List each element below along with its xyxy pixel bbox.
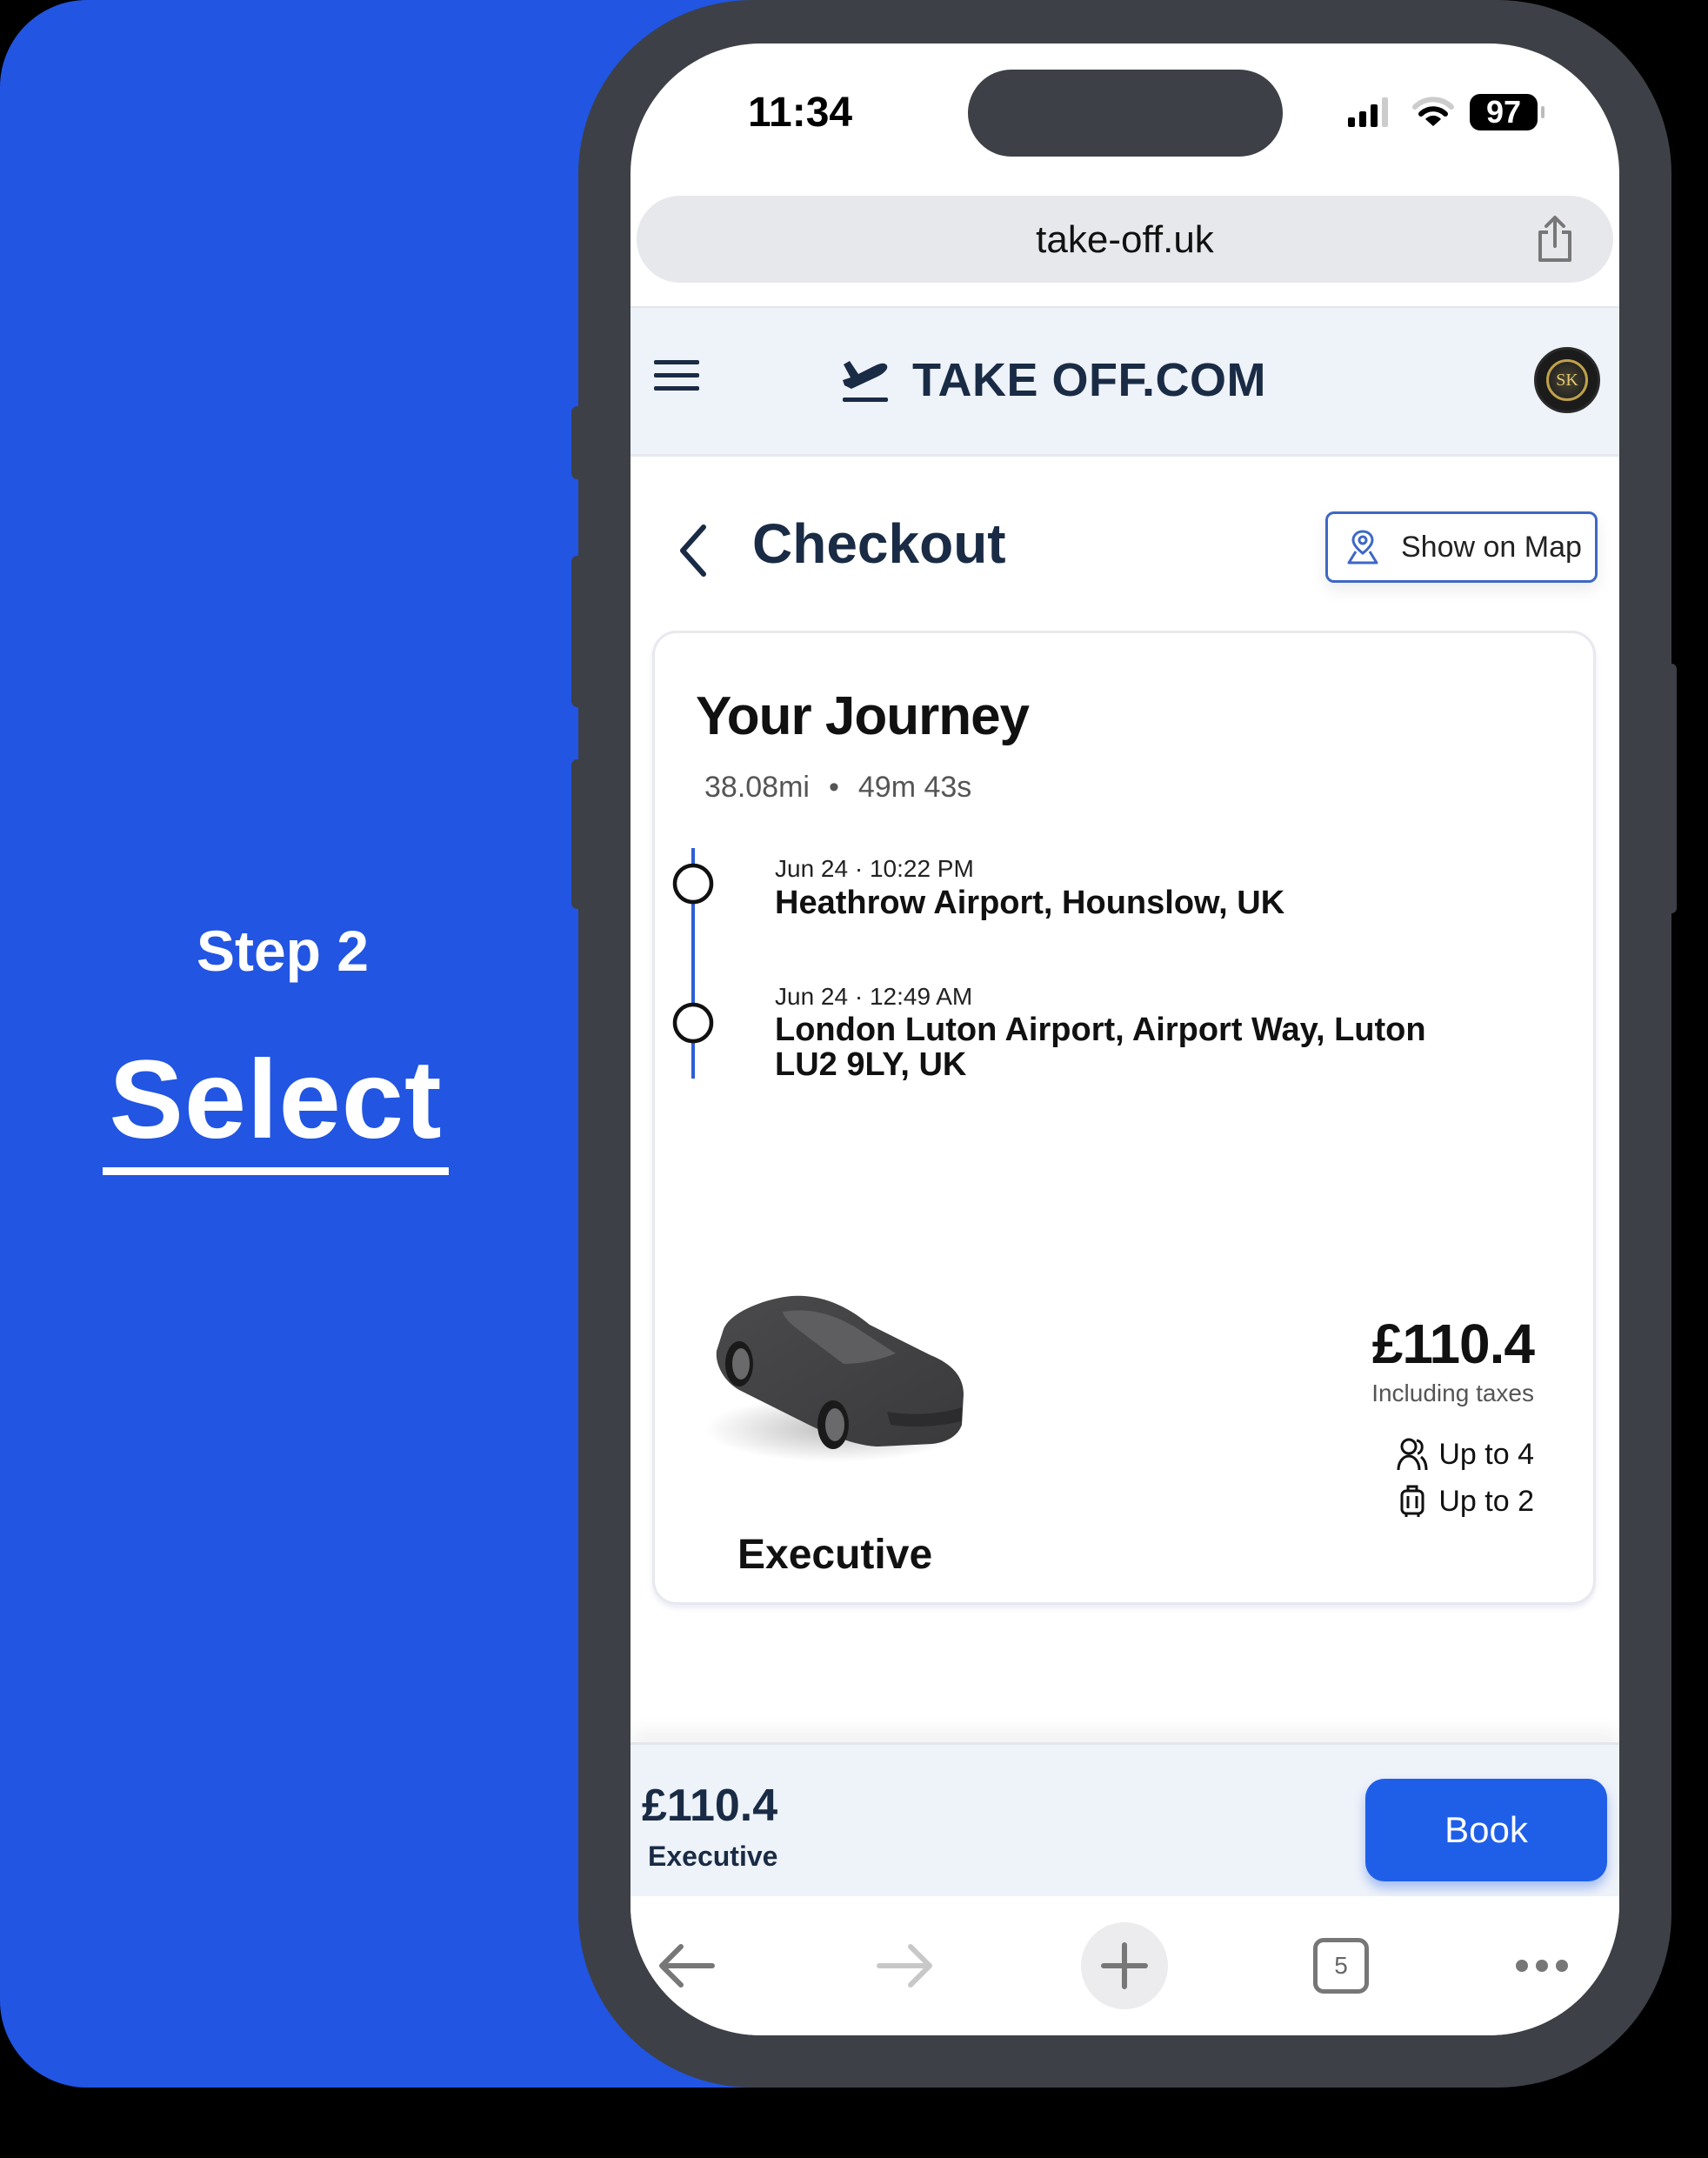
pickup-marker-icon xyxy=(672,863,714,905)
tabs-button[interactable]: 5 xyxy=(1298,1922,1384,2009)
route-timeline xyxy=(672,848,714,1079)
dynamic-island xyxy=(968,70,1283,157)
share-icon[interactable] xyxy=(1533,215,1577,264)
airplane-departure-icon xyxy=(843,361,888,402)
page-title: Checkout xyxy=(752,512,1006,575)
vehicle-price: £110.4 xyxy=(1371,1313,1535,1375)
show-on-map-button[interactable]: Show on Map xyxy=(1325,511,1598,583)
passenger-capacity: Up to 4 xyxy=(1371,1437,1534,1472)
new-tab-button[interactable] xyxy=(1081,1922,1168,2009)
journey-card: Your Journey 38.08mi • 49m 43s Jun 24 · … xyxy=(652,631,1596,1605)
stats-separator: • xyxy=(828,771,839,804)
pickup-date: Jun 24 · 10:22 PM xyxy=(775,855,974,882)
map-pin-icon xyxy=(1347,530,1378,565)
avatar[interactable]: SK xyxy=(1534,347,1600,413)
book-button[interactable]: Book xyxy=(1365,1779,1607,1881)
car-image xyxy=(704,1295,965,1462)
more-options-button[interactable] xyxy=(1498,1922,1585,2009)
browser-forward-button[interactable] xyxy=(861,1922,948,2009)
plus-icon xyxy=(1101,1942,1148,1989)
dropoff-location: London Luton Airport, Airport Way, Luton… xyxy=(775,1012,1426,1083)
arrow-left-icon xyxy=(659,1944,715,1988)
journey-stats: 38.08mi • 49m 43s xyxy=(704,771,971,805)
browser-toolbar: 5 xyxy=(630,1896,1619,2035)
promo-step-label: Step 2 xyxy=(196,919,370,983)
booking-action-bar: £110.4 Executive Book xyxy=(630,1742,1619,1896)
show-on-map-label: Show on Map xyxy=(1401,530,1582,564)
promo-title: Select xyxy=(103,1039,449,1175)
luggage-icon xyxy=(1400,1485,1424,1517)
luggage-capacity-text: Up to 2 xyxy=(1438,1484,1534,1518)
journey-title: Your Journey xyxy=(696,686,1030,746)
passengers-icon xyxy=(1397,1438,1428,1471)
passenger-capacity-text: Up to 4 xyxy=(1438,1437,1534,1471)
tab-count: 5 xyxy=(1313,1938,1369,1994)
summary-vehicle: Executive xyxy=(648,1841,778,1872)
url-text[interactable]: take-off.uk xyxy=(637,218,1613,262)
hamburger-menu-icon[interactable] xyxy=(654,360,699,398)
pickup-location: Heathrow Airport, Hounslow, UK xyxy=(775,885,1285,921)
more-dots-icon xyxy=(1516,1960,1568,1972)
vehicle-name: Executive xyxy=(737,1532,933,1578)
status-time: 11:34 xyxy=(748,90,853,136)
brand-name: TAKE OFF.COM xyxy=(912,354,1266,406)
address-bar[interactable]: take-off.uk xyxy=(637,196,1613,283)
wifi-icon xyxy=(1412,97,1454,126)
battery-icon: 97 xyxy=(1470,94,1538,130)
journey-duration: 49m 43s xyxy=(857,771,972,804)
avatar-initials: SK xyxy=(1546,359,1588,401)
browser-back-button[interactable] xyxy=(644,1922,731,2009)
dropoff-date: Jun 24 · 12:49 AM xyxy=(775,983,973,1010)
summary-price: £110.4 xyxy=(642,1781,778,1831)
phone-screen: 11:34 97 take-off.uk TAKE OFF.COM SK Che… xyxy=(630,43,1619,2035)
chevron-left-icon[interactable] xyxy=(672,520,716,581)
site-header: TAKE OFF.COM SK xyxy=(630,306,1619,457)
status-icons: 97 xyxy=(1346,94,1545,130)
price-block: £110.4 Including taxes Up to 4 Up to 2 xyxy=(1371,1312,1535,1519)
brand-logo[interactable]: TAKE OFF.COM xyxy=(839,353,1266,407)
price-note: Including taxes xyxy=(1371,1380,1534,1406)
arrow-right-icon xyxy=(877,1944,932,1988)
signal-icon xyxy=(1348,97,1388,127)
dropoff-marker-icon xyxy=(672,1002,714,1044)
battery-cap xyxy=(1541,106,1545,118)
luggage-capacity: Up to 2 xyxy=(1371,1484,1534,1519)
